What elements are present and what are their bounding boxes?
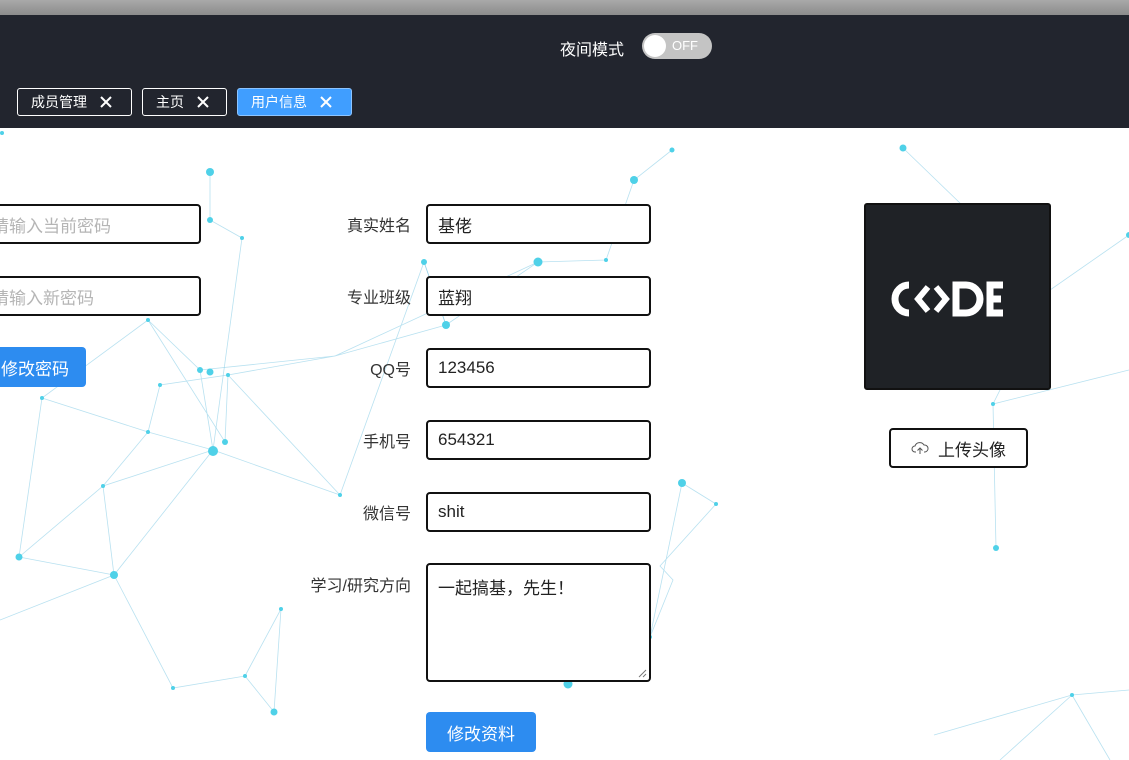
real-name-value: 基佬 <box>438 216 472 236</box>
wechat-input[interactable]: shit <box>426 492 651 532</box>
tab-label: 主页 <box>156 94 184 110</box>
update-profile-button[interactable]: 修改资料 <box>426 712 536 752</box>
toggle-knob <box>644 35 666 57</box>
phone-label: 手机号 <box>362 434 411 451</box>
phone-value: 654321 <box>438 430 495 449</box>
tab-home[interactable]: 主页 <box>142 88 227 116</box>
real-name-label: 真实姓名 <box>346 218 411 235</box>
current-password-placeholder: 请输入当前密码 <box>0 216 111 236</box>
class-value: 蓝翔 <box>438 288 472 308</box>
change-password-button[interactable]: 修改密码 <box>0 347 86 387</box>
new-password-placeholder: 请输入新密码 <box>0 288 94 308</box>
close-icon[interactable] <box>319 95 333 109</box>
wechat-value: shit <box>438 502 465 521</box>
phone-input[interactable]: 654321 <box>426 420 651 460</box>
toggle-state-text: OFF <box>672 38 698 53</box>
research-label: 学习/研究方向 <box>310 578 411 595</box>
research-value: 一起搞基，先生！ <box>438 579 574 598</box>
upload-avatar-button[interactable]: 上传头像 <box>889 428 1028 468</box>
wechat-label: 微信号 <box>362 506 411 523</box>
browser-strip <box>0 0 1129 15</box>
class-input[interactable]: 蓝翔 <box>426 276 651 316</box>
real-name-input[interactable]: 基佬 <box>426 204 651 244</box>
qq-value: 123456 <box>438 358 495 377</box>
qq-label: QQ号 <box>370 362 411 379</box>
new-password-input[interactable]: 请输入新密码 <box>0 276 201 316</box>
change-password-label: 修改密码 <box>1 359 69 379</box>
night-mode-toggle[interactable]: OFF <box>642 33 712 59</box>
tab-user-info[interactable]: 用户信息 <box>237 88 352 116</box>
code-logo <box>891 281 1003 317</box>
avatar <box>864 203 1051 390</box>
resize-handle-icon[interactable] <box>638 669 647 678</box>
tab-label: 成员管理 <box>31 94 87 110</box>
top-navbar: 夜间模式 OFF 成员管理 主页 用户信息 <box>0 15 1129 128</box>
tab-label: 用户信息 <box>251 94 307 110</box>
upload-avatar-label: 上传头像 <box>938 440 1006 460</box>
cloud-upload-icon <box>911 442 929 454</box>
close-icon[interactable] <box>99 95 113 109</box>
close-icon[interactable] <box>196 95 210 109</box>
tab-member-management[interactable]: 成员管理 <box>17 88 132 116</box>
qq-input[interactable]: 123456 <box>426 348 651 388</box>
app-window: 夜间模式 OFF 成员管理 主页 用户信息 请输入当前密码 请输入新密码 修改密… <box>0 0 1129 760</box>
night-mode-label: 夜间模式 <box>560 42 625 59</box>
class-label: 专业班级 <box>346 290 411 307</box>
current-password-input[interactable]: 请输入当前密码 <box>0 204 201 244</box>
update-profile-label: 修改资料 <box>447 724 515 744</box>
research-textarea[interactable]: 一起搞基，先生！ <box>426 563 651 682</box>
